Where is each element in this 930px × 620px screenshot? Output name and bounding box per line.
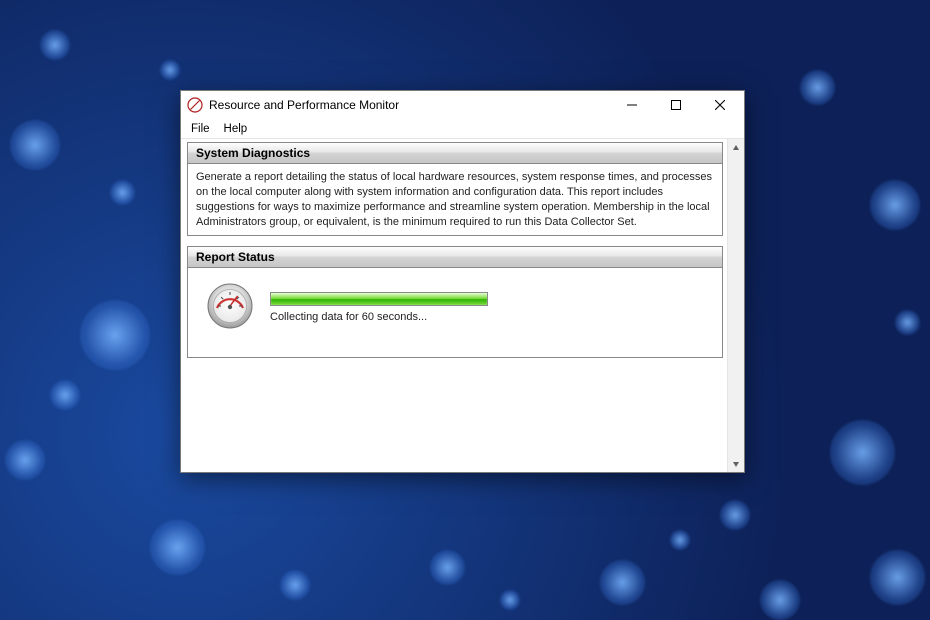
menu-help[interactable]: Help: [218, 122, 254, 136]
menubar: File Help: [181, 119, 744, 139]
resource-performance-monitor-window: Resource and Performance Monitor File He…: [180, 90, 745, 473]
content-area: System Diagnostics Generate a report det…: [181, 139, 744, 472]
progress-bar: [270, 292, 488, 306]
system-diagnostics-section: System Diagnostics Generate a report det…: [187, 142, 723, 236]
status-text: Collecting data for 60 seconds...: [270, 310, 710, 325]
close-button[interactable]: [698, 91, 742, 119]
titlebar[interactable]: Resource and Performance Monitor: [181, 91, 744, 119]
scroll-up-button[interactable]: [728, 139, 744, 156]
report-status-header[interactable]: Report Status: [188, 247, 722, 268]
minimize-button[interactable]: [610, 91, 654, 119]
vertical-scrollbar[interactable]: [727, 139, 744, 472]
report-status-section: Report Status: [187, 246, 723, 358]
menu-file[interactable]: File: [185, 122, 216, 136]
system-diagnostics-header[interactable]: System Diagnostics: [188, 143, 722, 164]
maximize-button[interactable]: [654, 91, 698, 119]
gauge-icon: [206, 282, 254, 335]
system-diagnostics-body: Generate a report detailing the status o…: [188, 164, 722, 235]
window-title: Resource and Performance Monitor: [209, 98, 610, 112]
app-icon: [187, 97, 203, 113]
scroll-down-button[interactable]: [728, 455, 744, 472]
